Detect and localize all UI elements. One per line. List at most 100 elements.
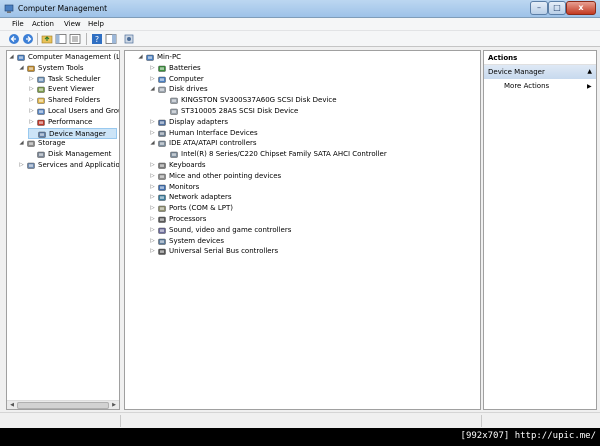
- tree-item[interactable]: ▷ Local Users and Groups: [28, 106, 119, 117]
- device-tree-item[interactable]: ▷ Batteries: [149, 63, 478, 74]
- expand-arrow-icon[interactable]: ▷: [28, 95, 35, 106]
- expand-arrow-icon[interactable]: ▷: [149, 63, 156, 74]
- expand-arrow-icon[interactable]: ▷: [149, 128, 156, 139]
- device-tree-item[interactable]: ▷ Ports (COM & LPT): [149, 203, 478, 214]
- tree-item[interactable]: ◢ System Tools: [18, 63, 117, 74]
- scroll-right-icon[interactable]: ▶: [110, 402, 118, 409]
- tree-item-label: Task Scheduler: [48, 74, 101, 83]
- forward-arrow-icon[interactable]: [22, 33, 34, 45]
- expand-arrow-icon[interactable]: ▷: [149, 225, 156, 236]
- menu-action[interactable]: Action: [32, 20, 54, 28]
- device-item-label: Monitors: [169, 182, 200, 191]
- tree-item-label: Event Viewer: [48, 85, 95, 94]
- device-tree-item[interactable]: ▷ Computer: [149, 74, 478, 85]
- device-tree-item[interactable]: ▷ Processors: [149, 214, 478, 225]
- menu-file[interactable]: File: [12, 20, 24, 28]
- device-tree-item[interactable]: ▷ Universal Serial Bus controllers: [149, 246, 478, 257]
- device-tree-item[interactable]: ▷ Sound, video and game controllers: [149, 225, 478, 236]
- actions-section-device-manager[interactable]: Device Manager ▲: [484, 65, 596, 79]
- title-bar[interactable]: Computer Management – □ x: [0, 0, 600, 18]
- expand-arrow-icon[interactable]: ▷: [149, 203, 156, 214]
- collapse-arrow-icon[interactable]: ◢: [18, 138, 25, 149]
- tree-item[interactable]: ▷ Task Scheduler: [28, 74, 117, 85]
- expand-arrow-icon[interactable]: ▷: [149, 214, 156, 225]
- computer-icon: [158, 76, 166, 84]
- more-actions-link[interactable]: More Actions: [504, 81, 549, 92]
- device-tree-item[interactable]: ▷ Monitors: [149, 182, 478, 193]
- device-tree-item[interactable]: Intel(R) 8 Series/C220 Chipset Family SA…: [161, 149, 478, 160]
- collapse-arrow-icon[interactable]: ◢: [8, 52, 15, 63]
- storage-icon: [27, 140, 35, 148]
- device-tree-item[interactable]: ST310005 28AS SCSI Disk Device: [161, 106, 478, 117]
- show-hide-tree-icon[interactable]: [55, 33, 67, 45]
- maximize-button[interactable]: □: [548, 1, 566, 15]
- tree-item[interactable]: ▷ Performance: [28, 117, 117, 128]
- mouse-icon: [158, 173, 166, 181]
- help-icon[interactable]: ?: [91, 33, 103, 45]
- scroll-left-icon[interactable]: ◀: [8, 402, 16, 409]
- device-tree-item[interactable]: ◢ IDE ATA/ATAPI controllers: [149, 138, 478, 149]
- device-item-label: Keyboards: [169, 161, 206, 169]
- display-adapter-icon: [158, 119, 166, 127]
- back-arrow-icon[interactable]: [8, 33, 20, 45]
- event-viewer-icon: [37, 86, 45, 94]
- tree-item[interactable]: ▷ Shared Folders: [28, 95, 117, 106]
- horizontal-scrollbar[interactable]: ◀ ▶: [7, 400, 119, 409]
- expand-arrow-icon[interactable]: ▷: [149, 160, 156, 171]
- device-tree-item[interactable]: ▷ System devices: [149, 236, 478, 247]
- collapse-arrow-icon[interactable]: ◢: [149, 138, 156, 149]
- expand-arrow-icon[interactable]: ▷: [28, 84, 35, 95]
- tree-item[interactable]: Disk Management: [28, 149, 117, 160]
- expand-arrow-icon[interactable]: ▷: [28, 74, 35, 85]
- expand-arrow-icon[interactable]: ▷: [149, 74, 156, 85]
- device-tree-item[interactable]: ▷ Keyboards: [149, 160, 478, 171]
- tree-item[interactable]: ◢ Storage: [18, 138, 117, 149]
- device-tree-item[interactable]: ▷ Human Interface Devices: [149, 128, 478, 139]
- scrollbar-thumb[interactable]: [17, 402, 109, 409]
- device-tree-item[interactable]: ▷ Display adapters: [149, 117, 478, 128]
- device-tree-item[interactable]: ◢ Min-PC: [137, 52, 478, 63]
- expand-arrow-icon[interactable]: ▷: [149, 171, 156, 182]
- system-device-icon: [158, 238, 166, 246]
- expand-arrow-icon[interactable]: ▷: [18, 160, 25, 171]
- submenu-arrow-icon[interactable]: ▶: [587, 81, 592, 92]
- tree-item[interactable]: ▷ Services and Applications: [18, 160, 120, 171]
- tree-item[interactable]: Device Manager: [28, 127, 117, 139]
- close-button[interactable]: x: [566, 1, 596, 15]
- device-tree-item[interactable]: ▷ Network adapters: [149, 192, 478, 203]
- minimize-button[interactable]: –: [530, 1, 548, 15]
- battery-icon: [158, 65, 166, 73]
- collapse-arrow-icon[interactable]: ▲: [587, 65, 592, 79]
- expand-arrow-icon[interactable]: ▷: [28, 117, 35, 128]
- menu-help[interactable]: Help: [88, 20, 104, 28]
- disk-drive-icon: [158, 86, 166, 94]
- expand-arrow-icon[interactable]: ▷: [149, 246, 156, 257]
- expand-arrow-icon[interactable]: ▷: [149, 192, 156, 203]
- collapse-arrow-icon[interactable]: ◢: [149, 84, 156, 95]
- device-tree-item[interactable]: KINGSTON SV300S37A60G SCSI Disk Device: [161, 95, 478, 106]
- menu-view[interactable]: View: [64, 20, 81, 28]
- device-tree-item[interactable]: ◢ Disk drives: [149, 84, 478, 95]
- computer-management-window: Computer Management – □ x File Action Vi…: [0, 0, 600, 428]
- tree-item-label: Computer Management (Local: [28, 53, 120, 61]
- device-tree-item[interactable]: ▷ Mice and other pointing devices: [149, 171, 478, 182]
- collapse-arrow-icon[interactable]: ◢: [18, 63, 25, 74]
- device-item-label: Universal Serial Bus controllers: [169, 247, 279, 256]
- collapse-arrow-icon[interactable]: ◢: [137, 52, 144, 63]
- watermark: [992x707] http://upic.me/: [460, 431, 596, 441]
- tree-item[interactable]: ▷ Event Viewer: [28, 84, 117, 95]
- expand-arrow-icon[interactable]: ▷: [149, 182, 156, 193]
- action-pane-icon[interactable]: [105, 33, 117, 45]
- expand-arrow-icon[interactable]: ▷: [149, 117, 156, 128]
- expand-arrow-icon[interactable]: ▷: [149, 236, 156, 247]
- up-folder-icon[interactable]: [41, 33, 53, 45]
- show-hide-tree-icon[interactable]: [69, 33, 81, 45]
- tree-item-label: Services and Applications: [38, 161, 120, 169]
- status-segment: [481, 415, 482, 427]
- expand-arrow-icon[interactable]: ▷: [28, 106, 35, 117]
- properties-icon[interactable]: [123, 33, 135, 45]
- tree-item[interactable]: ◢ Computer Management (Local: [8, 52, 120, 63]
- task-scheduler-icon: [37, 76, 45, 84]
- actions-pane: Actions Device Manager ▲ More Actions ▶: [483, 50, 597, 410]
- port-icon: [158, 205, 166, 213]
